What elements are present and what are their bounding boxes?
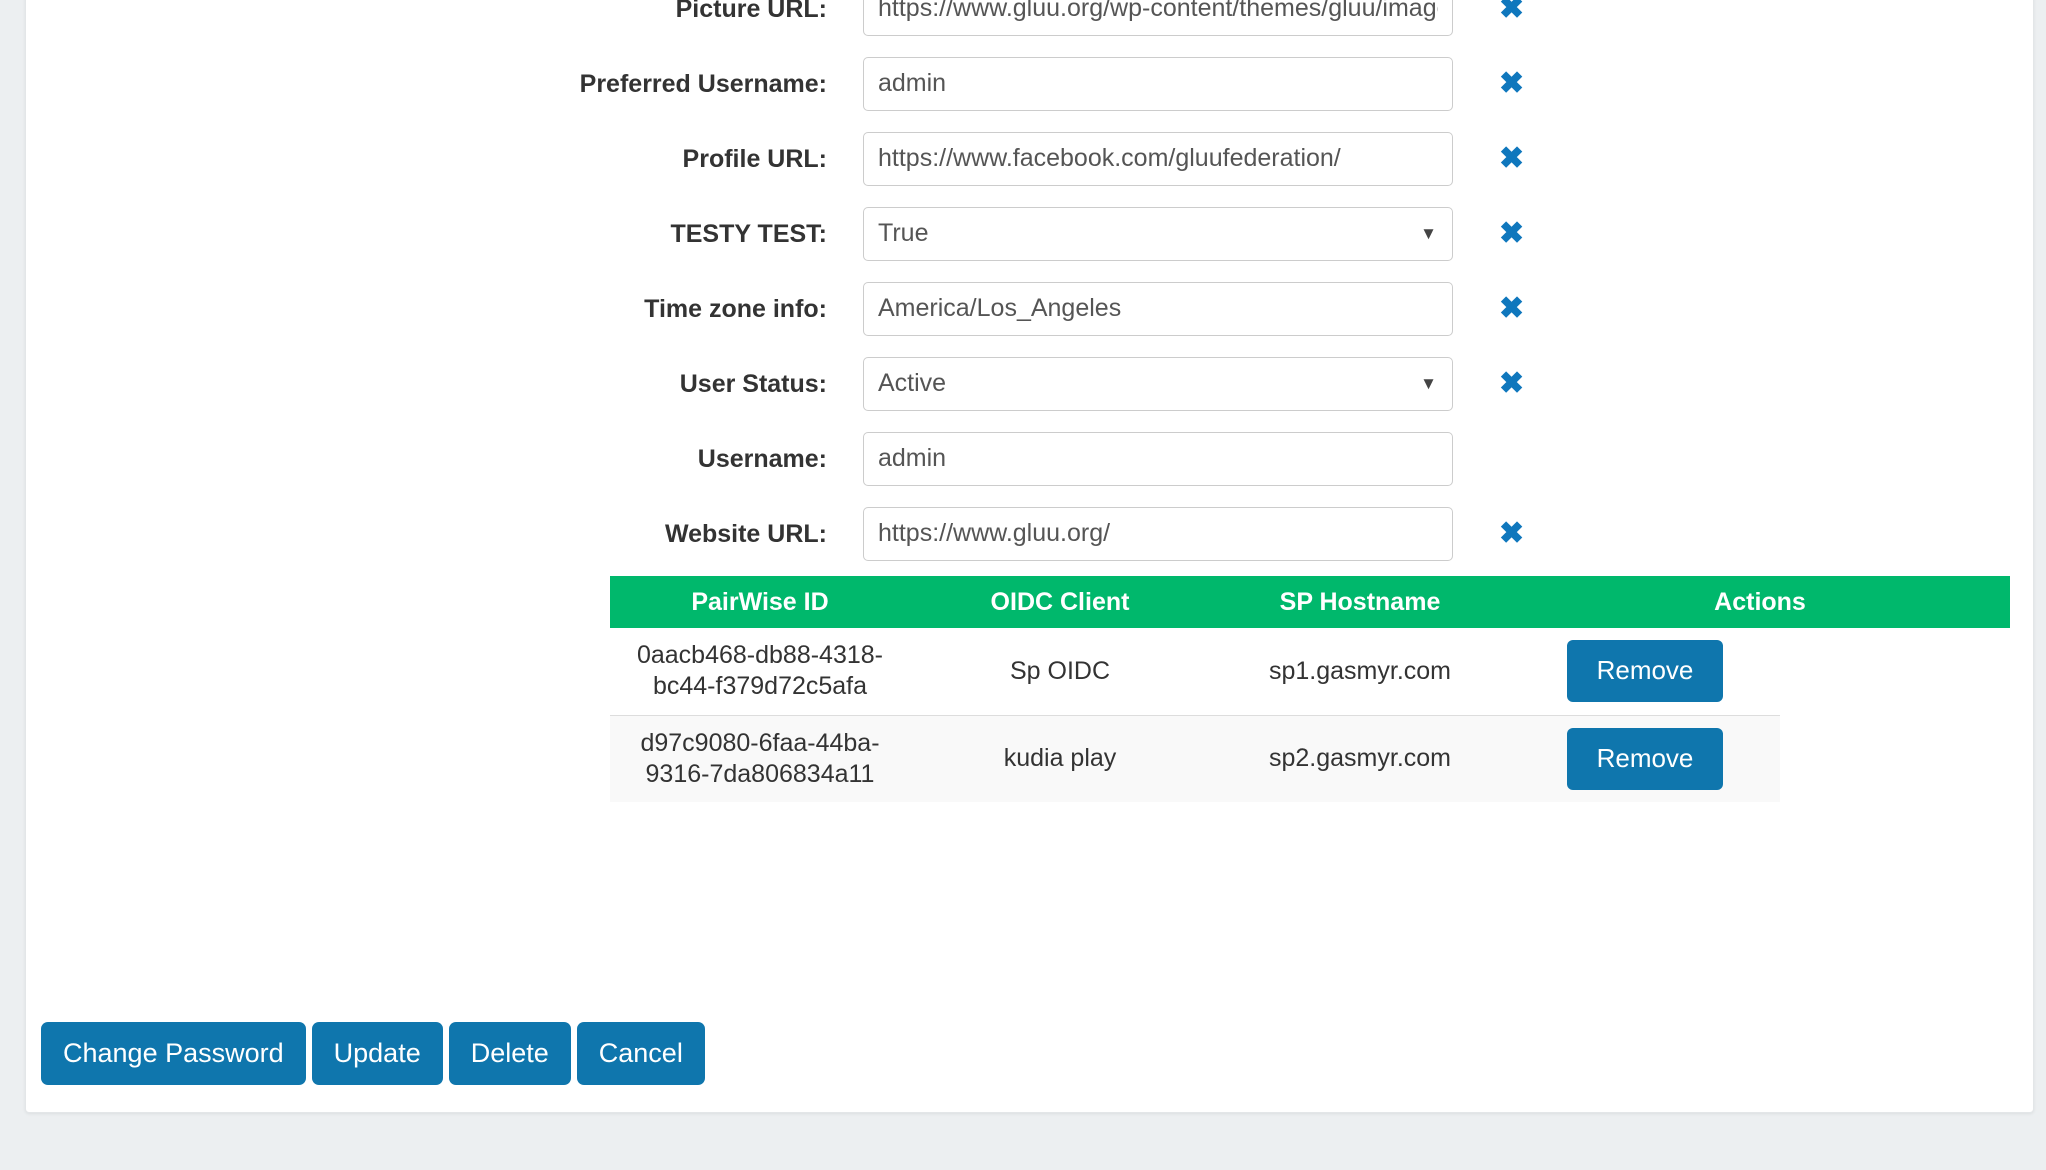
form-row-profile-url: Profile URL: ✖ bbox=[26, 121, 2033, 196]
cell-actions: Remove bbox=[1510, 715, 1780, 802]
label-username: Username: bbox=[26, 444, 863, 474]
select-wrap-testy-test: True ▼ bbox=[863, 207, 1453, 261]
form-action-bar: Change Password Update Delete Cancel bbox=[41, 1022, 705, 1085]
close-icon-time-zone-info[interactable]: ✖ bbox=[1499, 294, 1524, 324]
field-wrap-profile-url: ✖ bbox=[863, 132, 1453, 186]
user-status-select[interactable]: Active bbox=[863, 357, 1453, 411]
profile-url-input[interactable] bbox=[863, 132, 1453, 186]
pairwise-table-head: PairWise ID OIDC Client SP Hostname Acti… bbox=[610, 576, 2010, 628]
change-password-button[interactable]: Change Password bbox=[41, 1022, 306, 1085]
form-row-picture-url: Picture URL: ✖ bbox=[26, 0, 2033, 46]
time-zone-info-input[interactable] bbox=[863, 282, 1453, 336]
cell-spacer bbox=[1780, 628, 2010, 715]
th-sp-hostname: SP Hostname bbox=[1210, 576, 1510, 628]
label-picture-url: Picture URL: bbox=[26, 0, 863, 24]
form-row-website-url: Website URL: ✖ bbox=[26, 496, 2033, 571]
form-row-username: Username: bbox=[26, 421, 2033, 496]
select-wrap-user-status: Active ▼ bbox=[863, 357, 1453, 411]
cell-sp-hostname: sp2.gasmyr.com bbox=[1210, 715, 1510, 802]
form-row-time-zone-info: Time zone info: ✖ bbox=[26, 271, 2033, 346]
cell-oidc-client: Sp OIDC bbox=[910, 628, 1210, 715]
form-row-user-status: User Status: Active ▼ ✖ bbox=[26, 346, 2033, 421]
table-header-row: PairWise ID OIDC Client SP Hostname Acti… bbox=[610, 576, 2010, 628]
close-icon-preferred-username[interactable]: ✖ bbox=[1499, 69, 1524, 99]
th-oidc-client: OIDC Client bbox=[910, 576, 1210, 628]
label-preferred-username: Preferred Username: bbox=[26, 69, 863, 99]
cancel-button[interactable]: Cancel bbox=[577, 1022, 705, 1085]
field-wrap-time-zone-info: ✖ bbox=[863, 282, 1453, 336]
cell-pairwise-id: 0aacb468-db88-4318-bc44-f379d72c5afa bbox=[610, 628, 910, 715]
label-profile-url: Profile URL: bbox=[26, 144, 863, 174]
close-icon-picture-url[interactable]: ✖ bbox=[1499, 0, 1524, 24]
website-url-input[interactable] bbox=[863, 507, 1453, 561]
cell-oidc-client: kudia play bbox=[910, 715, 1210, 802]
picture-url-input[interactable] bbox=[863, 0, 1453, 36]
remove-button[interactable]: Remove bbox=[1567, 640, 1724, 702]
form-row-preferred-username: Preferred Username: ✖ bbox=[26, 46, 2033, 121]
table-row: d97c9080-6faa-44ba-9316-7da806834a11 kud… bbox=[610, 715, 2010, 802]
remove-button[interactable]: Remove bbox=[1567, 728, 1724, 790]
field-wrap-website-url: ✖ bbox=[863, 507, 1453, 561]
field-wrap-testy-test: True ▼ ✖ bbox=[863, 207, 1453, 261]
pairwise-table: PairWise ID OIDC Client SP Hostname Acti… bbox=[610, 576, 2010, 802]
field-wrap-user-status: Active ▼ ✖ bbox=[863, 357, 1453, 411]
label-user-status: User Status: bbox=[26, 369, 863, 399]
cell-sp-hostname: sp1.gasmyr.com bbox=[1210, 628, 1510, 715]
close-icon-testy-test[interactable]: ✖ bbox=[1499, 219, 1524, 249]
preferred-username-input[interactable] bbox=[863, 57, 1453, 111]
table-row: 0aacb468-db88-4318-bc44-f379d72c5afa Sp … bbox=[610, 628, 2010, 715]
pairwise-table-zone: PairWise ID OIDC Client SP Hostname Acti… bbox=[610, 576, 2010, 802]
cell-pairwise-id: d97c9080-6faa-44ba-9316-7da806834a11 bbox=[610, 715, 910, 802]
page-root: Picture URL: ✖ Preferred Username: ✖ Pro… bbox=[0, 0, 2046, 1170]
label-time-zone-info: Time zone info: bbox=[26, 294, 863, 324]
close-icon-user-status[interactable]: ✖ bbox=[1499, 369, 1524, 399]
field-wrap-preferred-username: ✖ bbox=[863, 57, 1453, 111]
cell-spacer bbox=[1780, 715, 2010, 802]
label-website-url: Website URL: bbox=[26, 519, 863, 549]
label-testy-test: TESTY TEST: bbox=[26, 219, 863, 249]
field-wrap-picture-url: ✖ bbox=[863, 0, 1453, 36]
th-actions: Actions bbox=[1510, 576, 2010, 628]
field-wrap-username bbox=[863, 432, 1453, 486]
close-icon-profile-url[interactable]: ✖ bbox=[1499, 144, 1524, 174]
close-icon-website-url[interactable]: ✖ bbox=[1499, 519, 1524, 549]
testy-test-select[interactable]: True bbox=[863, 207, 1453, 261]
username-input[interactable] bbox=[863, 432, 1453, 486]
delete-button[interactable]: Delete bbox=[449, 1022, 571, 1085]
user-edit-card: Picture URL: ✖ Preferred Username: ✖ Pro… bbox=[25, 0, 2034, 1113]
card-body: Picture URL: ✖ Preferred Username: ✖ Pro… bbox=[26, 0, 2033, 571]
form-row-testy-test: TESTY TEST: True ▼ ✖ bbox=[26, 196, 2033, 271]
pairwise-table-body: 0aacb468-db88-4318-bc44-f379d72c5afa Sp … bbox=[610, 628, 2010, 802]
cell-actions: Remove bbox=[1510, 628, 1780, 715]
th-pairwise-id: PairWise ID bbox=[610, 576, 910, 628]
update-button[interactable]: Update bbox=[312, 1022, 443, 1085]
